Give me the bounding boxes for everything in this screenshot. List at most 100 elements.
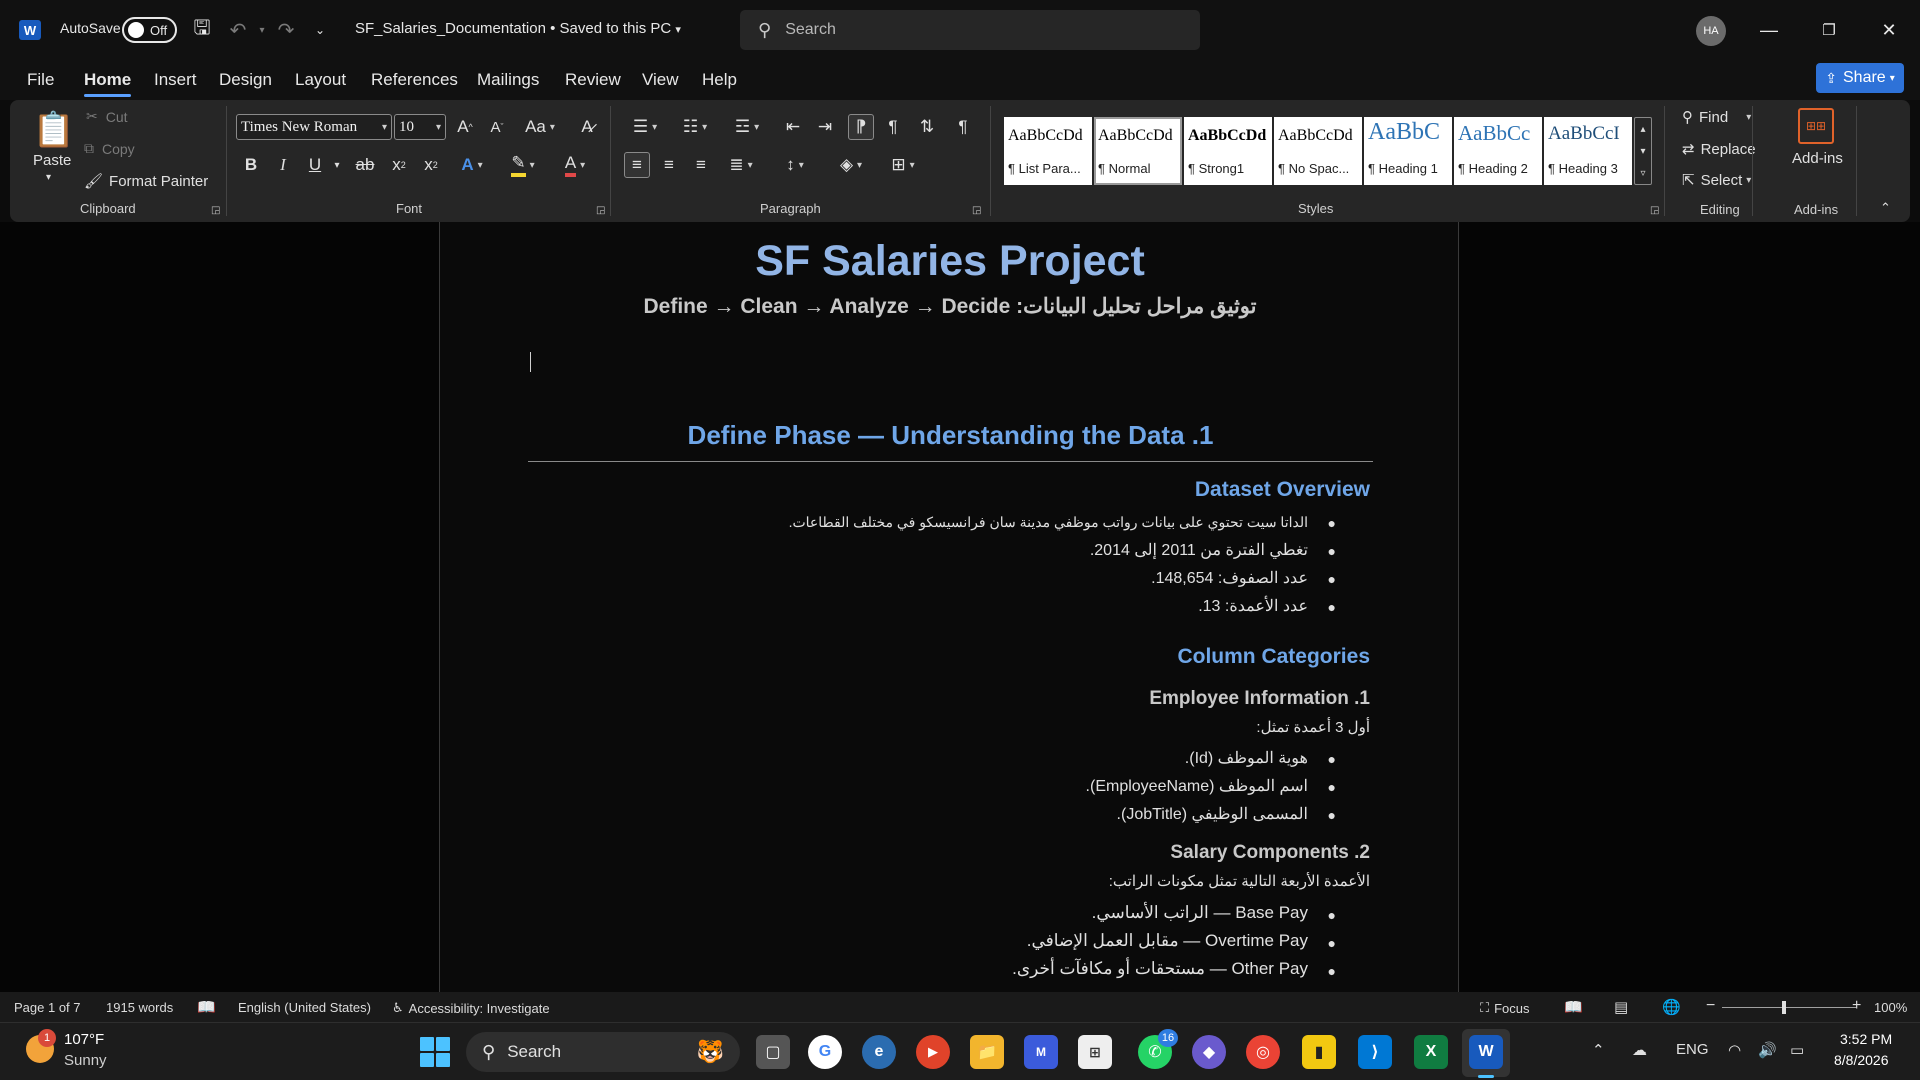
find-button[interactable]: ⚲ Find ▾ bbox=[1682, 108, 1751, 127]
paragraph-launcher-icon[interactable]: ◲ bbox=[972, 205, 981, 216]
align-left-icon[interactable]: ≡ bbox=[624, 152, 650, 178]
word-count[interactable]: 1915 words bbox=[106, 1000, 173, 1015]
paste-button[interactable]: Paste bbox=[33, 152, 71, 169]
replace-button[interactable]: ⇄ Replace bbox=[1682, 140, 1756, 159]
add-ins-icon[interactable]: ⊞⊞ bbox=[1798, 108, 1834, 144]
rtl-direction-icon[interactable]: ¶ bbox=[880, 114, 906, 140]
restore-icon[interactable]: ❐ bbox=[1806, 14, 1852, 46]
document-page[interactable]: SF Salaries Project توثيق مراحل تحليل ال… bbox=[439, 222, 1459, 992]
styles-scroll[interactable]: ▴ ▾ ▿ bbox=[1634, 117, 1652, 185]
customize-toolbar-icon[interactable]: ⌄ bbox=[306, 16, 334, 44]
select-button[interactable]: ⇱ Select ▾ bbox=[1682, 171, 1751, 190]
accessibility-status[interactable]: ♿ Accessibility: Investigate bbox=[392, 1000, 550, 1016]
page-count[interactable]: Page 1 of 7 bbox=[14, 1000, 81, 1015]
increase-indent-icon[interactable]: ⇥ bbox=[812, 114, 838, 140]
avatar[interactable]: HA bbox=[1696, 16, 1726, 46]
style-strong1[interactable]: AaBbCcDd ¶ Strong1 bbox=[1184, 117, 1272, 185]
document-title[interactable]: SF_Salaries_Documentation • Saved to thi… bbox=[355, 20, 681, 37]
bullets-icon[interactable]: ☰ ▾ bbox=[624, 114, 666, 140]
battery-icon[interactable]: ▭ bbox=[1790, 1041, 1804, 1059]
paste-icon[interactable]: 📋 bbox=[33, 108, 75, 152]
zoom-out-icon[interactable]: − bbox=[1706, 997, 1715, 1015]
style-heading-2[interactable]: AaBbCc ¶ Heading 2 bbox=[1454, 117, 1542, 185]
print-layout-icon[interactable]: ▤ bbox=[1614, 998, 1628, 1016]
close-icon[interactable]: ✕ bbox=[1866, 14, 1912, 46]
copy-button[interactable]: ⧉ Copy bbox=[84, 140, 135, 157]
style-heading-1[interactable]: AaBbC ¶ Heading 1 bbox=[1364, 117, 1452, 185]
minimize-icon[interactable]: — bbox=[1746, 14, 1792, 46]
shrink-font-icon[interactable]: Aˇ bbox=[484, 114, 510, 140]
font-size-select[interactable]: 10 ▾ bbox=[394, 114, 446, 140]
redo-icon[interactable]: ↷ bbox=[272, 16, 300, 44]
strikethrough-icon[interactable]: ab bbox=[352, 152, 378, 178]
align-right-icon[interactable]: ≡ bbox=[688, 152, 714, 178]
store-icon[interactable]: ⊞ bbox=[1078, 1035, 1112, 1069]
add-ins-button[interactable]: Add-ins bbox=[1792, 150, 1843, 167]
taskbar-search[interactable]: ⚲ Search 🐯 bbox=[466, 1032, 740, 1072]
share-button[interactable]: ⇪ Share ▾ bbox=[1816, 63, 1904, 93]
zoom-slider-thumb[interactable] bbox=[1782, 1001, 1786, 1014]
more-styles-icon[interactable]: ▿ bbox=[1640, 168, 1645, 179]
tab-insert[interactable]: Insert bbox=[154, 70, 197, 90]
subscript-icon[interactable]: x2 bbox=[386, 152, 412, 178]
m365-icon[interactable]: M bbox=[1024, 1035, 1058, 1069]
tab-review[interactable]: Review bbox=[565, 70, 621, 90]
font-name-select[interactable]: Times New Roman ▾ bbox=[236, 114, 392, 140]
tab-file[interactable]: File bbox=[27, 70, 54, 90]
clock-date[interactable]: 8/8/2026 bbox=[1834, 1052, 1889, 1068]
word-icon[interactable]: W bbox=[19, 20, 41, 40]
tab-design[interactable]: Design bbox=[219, 70, 272, 90]
save-icon[interactable]: 🖫 bbox=[188, 16, 216, 44]
chrome-icon[interactable]: ◎ bbox=[1246, 1035, 1280, 1069]
chevron-down-icon[interactable]: ▾ bbox=[1640, 146, 1645, 157]
wifi-icon[interactable]: ◠ bbox=[1728, 1041, 1741, 1059]
clear-formatting-icon[interactable]: A̷ bbox=[574, 114, 600, 140]
font-launcher-icon[interactable]: ◲ bbox=[596, 205, 605, 216]
line-spacing-icon[interactable]: ↕ ▾ bbox=[774, 152, 816, 178]
collapse-ribbon-icon[interactable]: ⌃ bbox=[1880, 200, 1891, 216]
multilevel-list-icon[interactable]: ☲ ▾ bbox=[726, 114, 768, 140]
focus-button[interactable]: ⛶ Focus bbox=[1480, 1000, 1530, 1016]
clock-time[interactable]: 3:52 PM bbox=[1840, 1031, 1892, 1047]
paste-dropdown-icon[interactable]: ▾ bbox=[46, 172, 51, 183]
tab-references[interactable]: References bbox=[371, 70, 458, 90]
highlight-color-icon[interactable]: ✎ ▾ bbox=[502, 152, 544, 178]
edge-icon[interactable]: e bbox=[862, 1035, 896, 1069]
google-icon[interactable]: G bbox=[808, 1035, 842, 1069]
tab-layout[interactable]: Layout bbox=[295, 70, 346, 90]
shading-icon[interactable]: ◈ ▾ bbox=[830, 152, 872, 178]
borders-icon[interactable]: ⊞ ▾ bbox=[882, 152, 924, 178]
proofing-icon[interactable]: 📖 bbox=[197, 998, 216, 1016]
text-effects-icon[interactable]: A ▾ bbox=[452, 152, 492, 178]
tab-help[interactable]: Help bbox=[702, 70, 737, 90]
file-explorer-icon[interactable]: 📁 bbox=[970, 1035, 1004, 1069]
weather-temperature[interactable]: 107°F bbox=[64, 1031, 104, 1048]
zoom-in-icon[interactable]: + bbox=[1852, 997, 1861, 1015]
italic-icon[interactable]: I bbox=[270, 152, 296, 178]
align-center-icon[interactable]: ≡ bbox=[656, 152, 682, 178]
style-no-spacing[interactable]: AaBbCcDd ¶ No Spac... bbox=[1274, 117, 1362, 185]
power-bi-icon[interactable]: ▮ bbox=[1302, 1035, 1336, 1069]
numbering-icon[interactable]: ☷ ▾ bbox=[674, 114, 716, 140]
input-language[interactable]: ENG bbox=[1676, 1041, 1709, 1058]
excel-icon[interactable]: X bbox=[1414, 1035, 1448, 1069]
ltr-direction-icon[interactable]: ⁋ bbox=[848, 114, 874, 140]
word-taskbar-icon[interactable]: W bbox=[1469, 1035, 1503, 1069]
cut-button[interactable]: ✂ Cut bbox=[86, 108, 128, 125]
chevron-up-icon[interactable]: ▴ bbox=[1640, 124, 1645, 135]
tab-home[interactable]: Home bbox=[84, 70, 132, 97]
task-view-icon[interactable]: ▢ bbox=[756, 1035, 790, 1069]
decrease-indent-icon[interactable]: ⇤ bbox=[780, 114, 806, 140]
styles-launcher-icon[interactable]: ◲ bbox=[1650, 205, 1659, 216]
style-list-paragraph[interactable]: AaBbCcDd ¶ List Para... bbox=[1004, 117, 1092, 185]
web-layout-icon[interactable]: 🌐 bbox=[1662, 998, 1681, 1016]
style-normal[interactable]: AaBbCcDd ¶ Normal bbox=[1094, 117, 1182, 185]
style-heading-3[interactable]: AaBbCcI ¶ Heading 3 bbox=[1544, 117, 1632, 185]
chevron-up-icon[interactable]: ⌃ bbox=[1592, 1041, 1605, 1059]
underline-dropdown-icon[interactable]: ▾ bbox=[324, 152, 350, 178]
network-status-icon[interactable]: ☁ bbox=[1632, 1041, 1647, 1059]
volume-icon[interactable]: 🔊 bbox=[1758, 1041, 1777, 1059]
read-mode-icon[interactable]: 📖 bbox=[1564, 998, 1583, 1016]
copilot-icon[interactable]: ◆ bbox=[1192, 1035, 1226, 1069]
bold-icon[interactable]: B bbox=[238, 152, 264, 178]
